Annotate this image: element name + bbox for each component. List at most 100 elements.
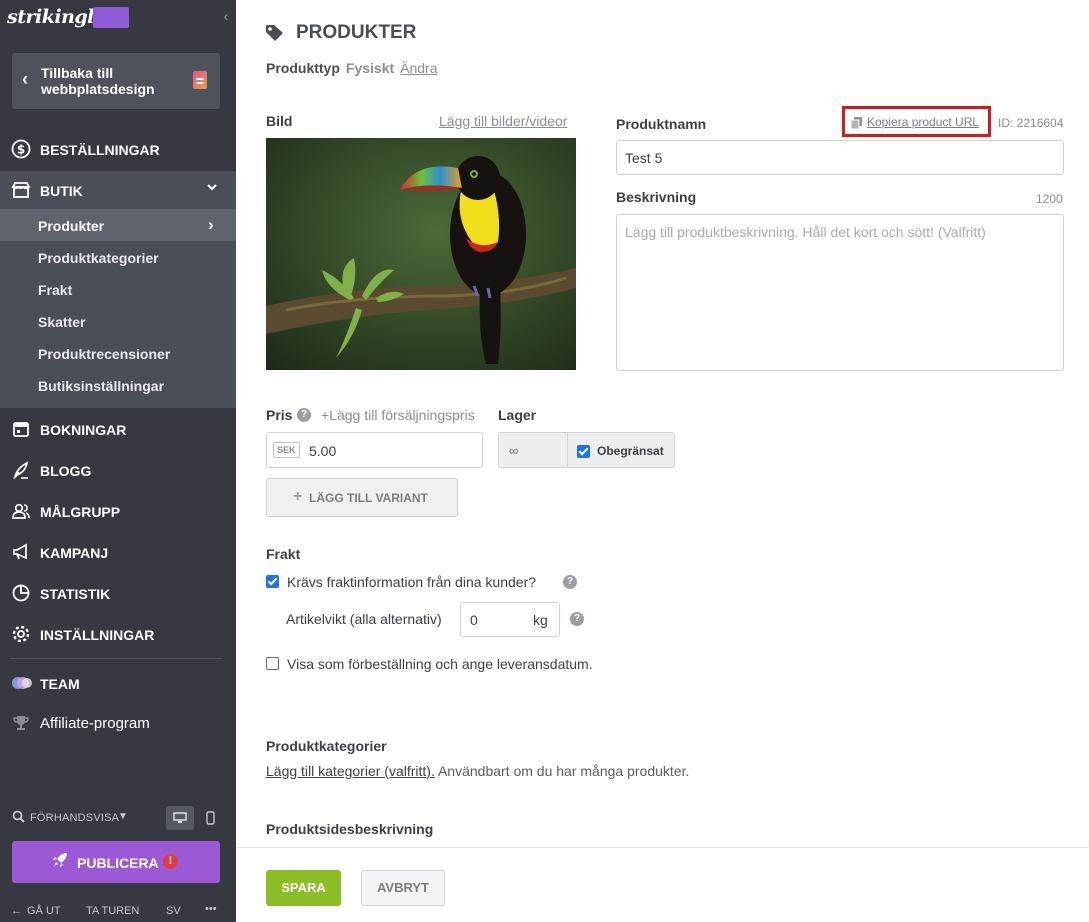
store-icon: [11, 180, 31, 200]
nav-orders[interactable]: $ BESTÄLLNINGAR: [0, 130, 236, 168]
save-button[interactable]: SPARA: [266, 870, 341, 906]
tag-icon: [266, 25, 283, 41]
price-input[interactable]: SEK 5.00: [266, 432, 483, 468]
currency-badge: SEK: [273, 442, 300, 458]
publish-button[interactable]: PUBLICERA !: [12, 841, 220, 883]
product-id: ID: 2216604: [998, 116, 1064, 130]
weight-help-icon[interactable]: ?: [570, 612, 584, 626]
nav-bookings[interactable]: BOKNINGAR: [0, 410, 236, 448]
product-page-description-title: Produktsidesbeskrivning: [266, 821, 434, 837]
svg-text:$: $: [17, 143, 25, 157]
chevron-left-icon: ‹: [22, 69, 28, 89]
nav-audience[interactable]: MÅLGRUPP: [0, 492, 236, 530]
product-type-row: Produkttyp Fysiskt Ändra: [266, 60, 438, 76]
nav-team[interactable]: TEAM: [0, 664, 236, 702]
categories-row: Lägg till kategorier (valfritt). Användb…: [266, 763, 689, 779]
sidebar: strikingly ‹ ‹ Tillbaka till webbplatsde…: [0, 0, 236, 922]
logo-badge: [93, 7, 129, 28]
stock-label: Lager: [498, 407, 537, 423]
logo-row: strikingly ‹: [0, 0, 236, 38]
team-icon: [11, 673, 32, 693]
exit-link[interactable]: GÅ UT: [27, 905, 61, 917]
store-submenu: Produkter › Produktkategorier Frakt Skat…: [0, 209, 236, 408]
sub-item-taxes[interactable]: Skatter: [0, 305, 236, 337]
exit-arrow-icon: ←: [11, 905, 22, 917]
mobile-view-icon[interactable]: [196, 806, 224, 830]
weight-input[interactable]: 0 kg: [460, 602, 560, 637]
add-categories-link[interactable]: Lägg till kategorier (valfritt).: [266, 763, 435, 779]
sub-item-shipping[interactable]: Frakt: [0, 273, 236, 305]
image-label: Bild: [266, 113, 293, 129]
description-textarea[interactable]: Lägg till produktbeskrivning. Håll det k…: [616, 214, 1064, 371]
footer-bar: SPARA AVBRYT: [236, 847, 1089, 922]
price-help-icon[interactable]: ?: [297, 408, 311, 422]
copy-product-url-highlight: Kopiera product URL: [842, 106, 991, 137]
add-variant-button[interactable]: LÄGG TILL VARIANT +: [266, 478, 458, 517]
calendar-icon: [11, 419, 31, 439]
megaphone-icon: [11, 542, 31, 562]
add-media-link[interactable]: Lägg till bilder/videor: [439, 113, 567, 129]
categories-note: Användbart om du har många produkter.: [437, 763, 690, 779]
more-icon[interactable]: •••: [205, 903, 217, 915]
back-to-site-design-button[interactable]: ‹ Tillbaka till webbplatsdesign: [12, 53, 220, 109]
preorder-label: Visa som förbeställning och ange leveran…: [287, 656, 593, 672]
preview-dropdown[interactable]: FÖRHANDSVISA: [30, 812, 119, 824]
desktop-view-icon[interactable]: [166, 806, 194, 830]
product-name-input[interactable]: Test 5: [616, 140, 1064, 175]
copy-icon: [851, 117, 862, 129]
nav-affiliate[interactable]: Affiliate-program: [0, 704, 236, 742]
description-char-count: 1200: [1036, 192, 1063, 206]
sub-item-product-categories[interactable]: Produktkategorier: [0, 241, 236, 273]
sub-item-product-reviews[interactable]: Produktrecensioner: [0, 337, 236, 369]
copy-product-url-link[interactable]: Kopiera product URL: [867, 115, 979, 129]
caret-down-icon: ▼: [118, 811, 128, 822]
nav-blog[interactable]: BLOGG: [0, 451, 236, 489]
require-shipping-checkbox[interactable]: [266, 575, 279, 588]
stock-input[interactable]: ∞: [498, 432, 568, 468]
preorder-checkbox[interactable]: [266, 657, 279, 670]
change-product-type-link[interactable]: Ändra: [400, 60, 437, 76]
sidebar-divider: [11, 658, 221, 659]
nav-settings[interactable]: INSTÄLLNINGAR: [0, 615, 236, 653]
sub-item-store-settings[interactable]: Butiksinställningar: [0, 369, 236, 401]
nav-campaign[interactable]: KAMPANJ: [0, 533, 236, 571]
warning-icon: !: [163, 854, 178, 869]
nav-statistics[interactable]: STATISTIK: [0, 574, 236, 612]
weight-unit: kg: [533, 612, 548, 628]
description-placeholder: Lägg till produktbeskrivning. Håll det k…: [625, 224, 986, 240]
shipping-help-icon[interactable]: ?: [563, 575, 577, 589]
back-label: Tillbaka till webbplatsdesign: [41, 65, 155, 97]
dollar-circle-icon: $: [11, 139, 31, 159]
sidebar-bottom-bar: ← GÅ UT TA TUREN SV •••: [0, 902, 236, 922]
nav-store[interactable]: BUTIK: [0, 171, 236, 209]
add-sale-price-link[interactable]: +Lägg till försäljningspris: [321, 407, 475, 423]
unlimited-stock-toggle[interactable]: Obegränsat: [567, 432, 675, 468]
unlimited-checkbox[interactable]: [577, 445, 590, 458]
sub-item-products[interactable]: Produkter ›: [0, 209, 236, 241]
take-tour-link[interactable]: TA TUREN: [86, 905, 139, 917]
pie-chart-icon: [11, 583, 31, 603]
page-icon: [193, 71, 207, 89]
cancel-button[interactable]: AVBRYT: [361, 870, 445, 906]
weight-label: Artikelvikt (alla alternativ): [286, 611, 442, 627]
price-label: Pris: [266, 407, 293, 423]
rocket-icon: [52, 852, 68, 872]
users-icon: [11, 501, 31, 521]
quill-icon: [11, 460, 31, 480]
gear-icon: [11, 624, 31, 644]
search-icon: [12, 810, 25, 826]
collapse-sidebar-icon[interactable]: ‹: [218, 7, 234, 27]
trophy-icon: [11, 713, 31, 733]
product-image[interactable]: [266, 138, 576, 370]
preview-row: FÖRHANDSVISA ▼: [12, 806, 222, 830]
categories-title: Produktkategorier: [266, 738, 387, 754]
product-type-value: Fysiskt: [345, 60, 395, 76]
require-shipping-label: Krävs fraktinformation från dina kunder?: [287, 574, 537, 590]
language-selector[interactable]: SV: [166, 905, 181, 917]
product-name-label: Produktnamn: [616, 116, 707, 132]
page-title: PRODUKTER: [296, 22, 417, 43]
product-type-label: Produkttyp: [266, 60, 340, 76]
chevron-down-icon: [206, 181, 218, 196]
shipping-title: Frakt: [266, 546, 301, 562]
description-label: Beskrivning: [616, 189, 697, 205]
